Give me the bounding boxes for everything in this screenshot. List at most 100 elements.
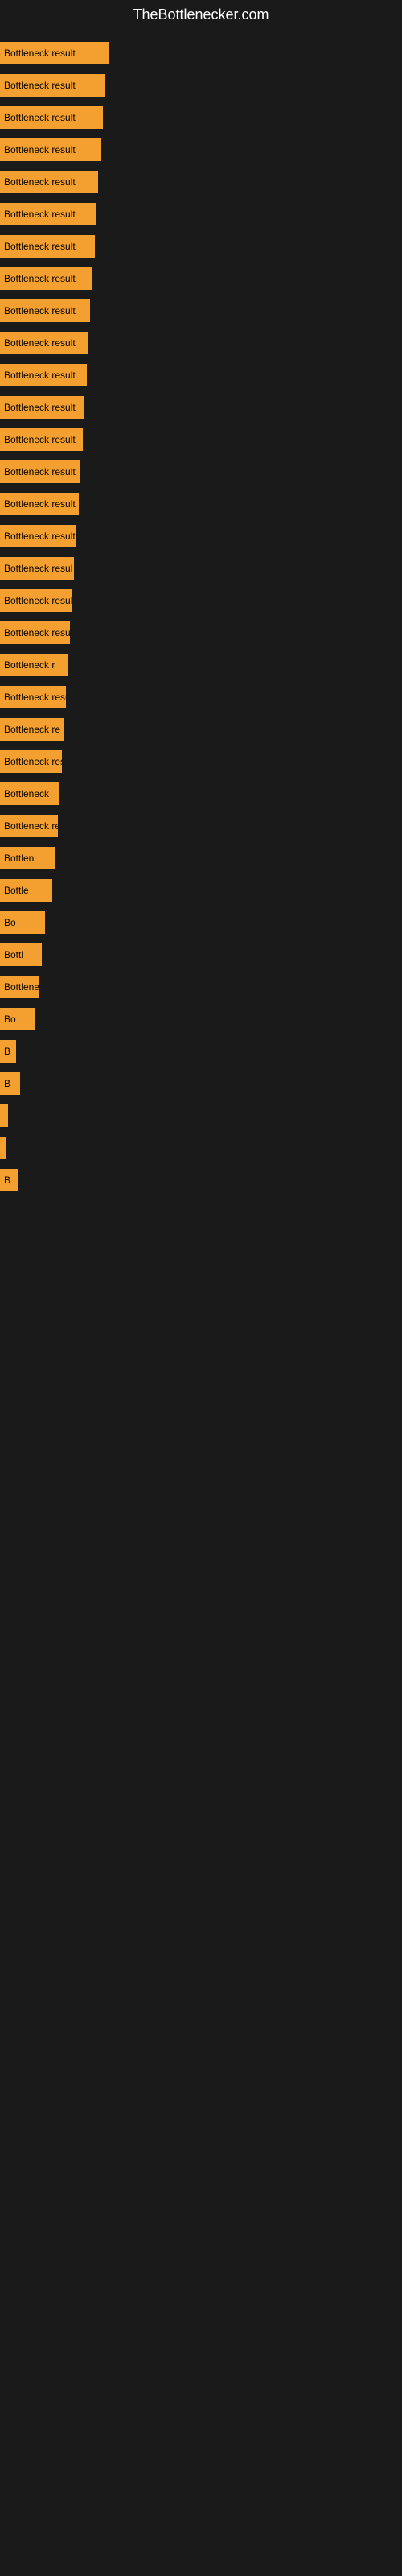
bar-row: Bo	[0, 907, 402, 938]
bar-row: Bottleneck resu	[0, 682, 402, 712]
bar-row: Bottleneck result	[0, 489, 402, 519]
bar-row: Bottlen	[0, 843, 402, 873]
bar-row: Bottleneck result	[0, 392, 402, 423]
bar-label: Bottleneck result	[4, 273, 76, 284]
bar-row: Bottleneck result	[0, 231, 402, 262]
bar: Bottleneck result	[0, 525, 76, 547]
bar-label: Bottlene	[4, 981, 39, 993]
bar: Bottleneck res	[0, 815, 58, 837]
bar-row: Bottleneck re	[0, 714, 402, 745]
bar: Bottleneck result	[0, 428, 83, 451]
bar-label: Bottleneck re	[4, 724, 60, 735]
bars-container: Bottleneck result Bottleneck result Bottle…	[0, 30, 402, 1205]
bar: Bottleneck result	[0, 74, 105, 97]
bar-row: B	[0, 1068, 402, 1099]
bar-row: Bottleneck result	[0, 38, 402, 68]
bar: Bo	[0, 911, 45, 934]
bar-label: Bottleneck r	[4, 659, 55, 671]
bar-label: B	[4, 1046, 10, 1057]
bar-row: Bottleneck result	[0, 328, 402, 358]
bar-label: Bottleneck res	[4, 820, 58, 832]
bar: Bottleneck result	[0, 171, 98, 193]
bar-row	[0, 1100, 402, 1131]
bar-label: Bottleneck result	[4, 434, 76, 445]
bar: Bottleneck resu	[0, 621, 70, 644]
site-title: TheBottlenecker.com	[0, 0, 402, 30]
bar: Bottl	[0, 943, 42, 966]
bar: Bottleneck result	[0, 267, 92, 290]
bar-label: Bottleneck resul	[4, 563, 72, 574]
bar: Bottleneck re	[0, 718, 64, 741]
bar-label: Bottl	[4, 949, 23, 960]
bar: Bottleneck result	[0, 299, 90, 322]
bar-row: Bottleneck resul	[0, 553, 402, 584]
bar-row: Bottleneck result	[0, 456, 402, 487]
bar-label: Bottleneck resu	[4, 627, 70, 638]
bar-label: Bottleneck result	[4, 337, 76, 349]
bar-row: Bottleneck result	[0, 199, 402, 229]
bar-label: Bottleneck result	[4, 530, 76, 542]
bar-label: Bottleneck result	[4, 402, 76, 413]
bar-label: Bottlen	[4, 852, 34, 864]
bar-row: Bottle	[0, 875, 402, 906]
bar-row: Bottleneck result	[0, 295, 402, 326]
bar-label: Bottleneck result	[4, 305, 76, 316]
bar-row: Bottleneck result	[0, 585, 402, 616]
bar-label: Bottle	[4, 885, 29, 896]
bar-row: Bottleneck result	[0, 70, 402, 101]
bar: Bottleneck resu	[0, 686, 66, 708]
bar: Bottleneck result	[0, 750, 62, 773]
bar: Bottleneck result	[0, 332, 88, 354]
bar-row: B	[0, 1036, 402, 1067]
bar-row: Bottleneck result	[0, 167, 402, 197]
bar	[0, 1137, 6, 1159]
bar-row: Bottleneck result	[0, 263, 402, 294]
bar-label: Bottleneck result	[4, 208, 76, 220]
bar-row: Bottleneck result	[0, 746, 402, 777]
bar-label: Bottleneck result	[4, 80, 76, 91]
bar: Bottleneck result	[0, 364, 87, 386]
bar-row	[0, 1133, 402, 1163]
bar: Bottleneck result	[0, 42, 109, 64]
bar: B	[0, 1072, 20, 1095]
bar: Bottleneck result	[0, 589, 72, 612]
bar	[0, 1104, 8, 1127]
bar-label: Bottleneck resu	[4, 691, 66, 703]
bar-row: Bottleneck result	[0, 360, 402, 390]
bar-label: Bottleneck result	[4, 756, 62, 767]
bar: Bottleneck result	[0, 203, 96, 225]
bar: Bottleneck result	[0, 235, 95, 258]
bar-row: Bottleneck result	[0, 521, 402, 551]
bar-label: Bottleneck result	[4, 241, 76, 252]
bar: B	[0, 1169, 18, 1191]
bar-row: Bottleneck resu	[0, 617, 402, 648]
bar-label: Bottleneck result	[4, 466, 76, 477]
bar-label: Bo	[4, 1013, 16, 1025]
bar-row: Bottleneck result	[0, 134, 402, 165]
bar-row: Bottl	[0, 939, 402, 970]
bar: Bottleneck r	[0, 654, 68, 676]
bar-label: Bottleneck result	[4, 176, 76, 188]
bar: Bottleneck result	[0, 493, 79, 515]
bar: Bottleneck result	[0, 106, 103, 129]
bar: Bottleneck result	[0, 138, 100, 161]
bar: Bottle	[0, 879, 52, 902]
bar-row: Bo	[0, 1004, 402, 1034]
bar-row: Bottleneck r	[0, 650, 402, 680]
bar: Bottlene	[0, 976, 39, 998]
bar-label: Bottleneck result	[4, 144, 76, 155]
bar: Bottleneck result	[0, 396, 84, 419]
bar-row: Bottlene	[0, 972, 402, 1002]
bar: B	[0, 1040, 16, 1063]
bar-label: Bottleneck result	[4, 595, 72, 606]
bar: Bottlen	[0, 847, 55, 869]
bar: Bottleneck resul	[0, 557, 74, 580]
bar-label: Bo	[4, 917, 16, 928]
bar-row: Bottleneck res	[0, 811, 402, 841]
bar: Bottleneck	[0, 782, 59, 805]
bar-label: Bottleneck	[4, 788, 49, 799]
bar-label: B	[4, 1078, 10, 1089]
bar: Bottleneck result	[0, 460, 80, 483]
bar-label: Bottleneck result	[4, 112, 76, 123]
bar-row: Bottleneck result	[0, 102, 402, 133]
